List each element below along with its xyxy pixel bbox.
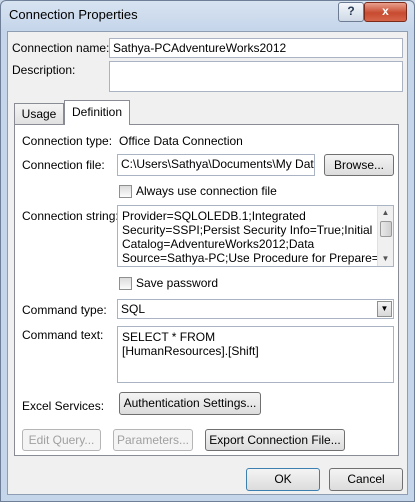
arrow-down-icon[interactable]: ▼	[378, 252, 393, 266]
connection-name-input[interactable]: Sathya-PCAdventureWorks2012	[109, 38, 403, 58]
title-bar[interactable]: Connection Properties ? x	[1, 1, 414, 29]
export-connection-file-button[interactable]: Export Connection File...	[205, 429, 345, 451]
connection-file-label: Connection file:	[22, 158, 105, 172]
connection-file-input[interactable]: C:\Users\Sathya\Documents\My Data Source…	[117, 154, 315, 176]
command-type-value: SQL	[121, 302, 146, 316]
connection-name-label-text: Connection name:	[12, 41, 110, 55]
arrow-up-icon[interactable]: ▲	[378, 206, 393, 220]
command-type-label: Command type:	[22, 303, 107, 317]
connection-string-label: Connection string:	[22, 209, 119, 223]
dialog-body: Connection name: Sathya-PCAdventureWorks…	[7, 31, 408, 495]
connection-string-text: Provider=SQLOLEDB.1;Integrated Security=…	[122, 209, 379, 265]
browse-button[interactable]: Browse...	[324, 154, 394, 176]
save-password-label: Save password	[136, 276, 219, 290]
command-type-select[interactable]: SQL ▼	[117, 299, 394, 319]
definition-panel: Connection type: Office Data Connection …	[14, 124, 399, 456]
chevron-down-icon[interactable]: ▼	[377, 301, 392, 317]
command-text-label: Command text:	[22, 328, 104, 342]
description-label: Description:	[12, 63, 76, 77]
connection-type-label: Connection type:	[22, 134, 113, 148]
always-use-label: Always use connection file	[136, 184, 277, 198]
parameters-button[interactable]: Parameters...	[113, 429, 193, 451]
connection-type-value: Office Data Connection	[119, 134, 243, 148]
description-input[interactable]	[109, 61, 403, 92]
close-button[interactable]: x	[364, 2, 407, 22]
save-password-checkbox[interactable]	[119, 277, 132, 290]
excel-services-label: Excel Services:	[22, 399, 105, 413]
edit-query-button[interactable]: Edit Query...	[22, 429, 101, 451]
tab-definition-label: Definition	[71, 105, 123, 119]
tab-usage-label: Usage	[21, 107, 57, 121]
command-text-textarea[interactable]: SELECT * FROM [HumanResources].[Shift]	[117, 326, 394, 383]
ok-button[interactable]: OK	[246, 468, 320, 491]
cancel-button[interactable]: Cancel	[329, 468, 403, 491]
tab-definition[interactable]: Definition	[64, 100, 130, 125]
connection-string-scrollbar[interactable]: ▲ ▼	[377, 206, 393, 266]
connection-name-label: Connection name:	[12, 41, 109, 55]
connection-string-textarea[interactable]: Provider=SQLOLEDB.1;Integrated Security=…	[117, 205, 394, 267]
always-use-checkbox[interactable]	[119, 185, 132, 198]
help-button[interactable]: ?	[338, 2, 364, 22]
authentication-settings-button[interactable]: Authentication Settings...	[119, 392, 261, 415]
scroll-thumb[interactable]	[380, 221, 392, 237]
connection-properties-dialog: Connection Properties ? x Connection nam…	[0, 0, 415, 502]
window-title: Connection Properties	[9, 7, 138, 22]
tab-usage[interactable]: Usage	[14, 103, 64, 124]
